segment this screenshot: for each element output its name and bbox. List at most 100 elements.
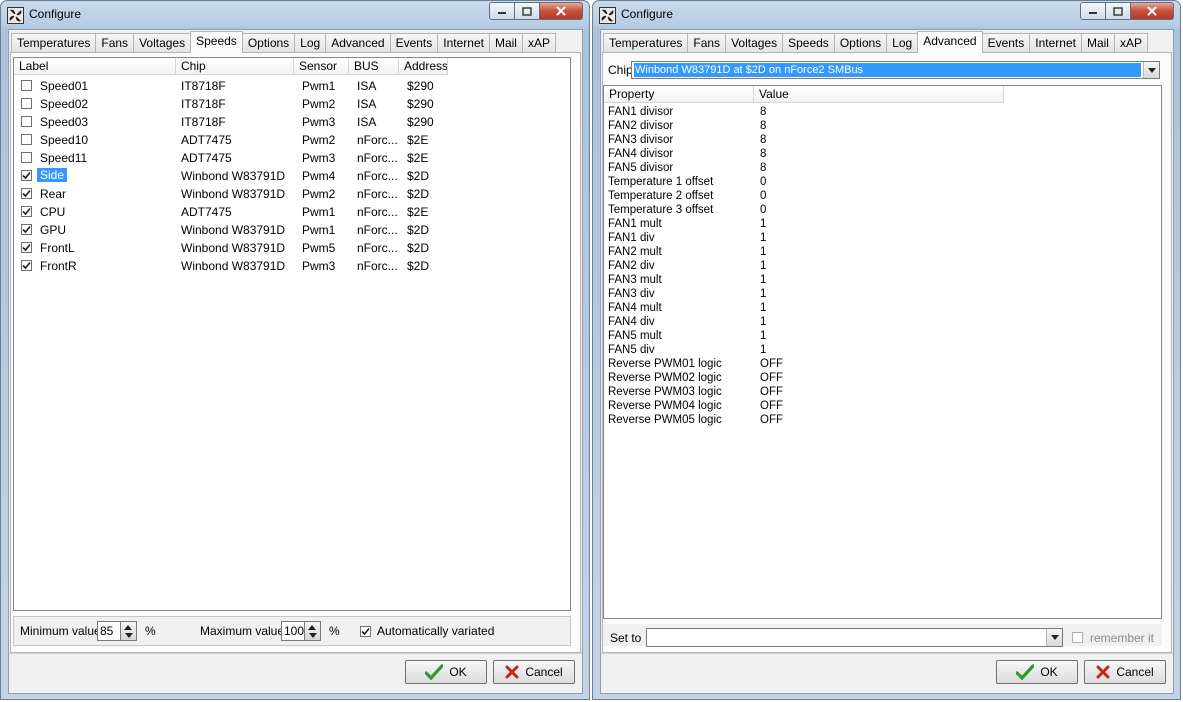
tab-log[interactable]: Log bbox=[886, 33, 919, 53]
tab-mail[interactable]: Mail bbox=[1080, 33, 1115, 53]
property-row[interactable]: FAN1 divisor 8 bbox=[608, 105, 766, 119]
cell-label: Speed02 bbox=[40, 97, 89, 111]
tab-xap[interactable]: xAP bbox=[521, 33, 556, 53]
property-row[interactable]: FAN5 mult 1 bbox=[608, 329, 766, 343]
tab-temperatures[interactable]: Temperatures bbox=[11, 33, 97, 53]
property-row[interactable]: Reverse PWM01 logic OFF bbox=[608, 357, 783, 371]
speeds-list-view[interactable]: Label Chip Sensor BUS Address Speed01 IT8… bbox=[13, 57, 571, 611]
column-header-sensor[interactable]: Sensor bbox=[294, 58, 349, 75]
tab-mail[interactable]: Mail bbox=[488, 33, 523, 53]
row-checkbox[interactable] bbox=[21, 80, 32, 91]
property-row[interactable]: FAN3 div 1 bbox=[608, 287, 766, 301]
table-row[interactable]: GPU Winbond W83791D Pwm1 nForc... $2D bbox=[14, 221, 570, 239]
ok-button[interactable]: OK bbox=[996, 660, 1078, 684]
property-row[interactable]: Reverse PWM04 logic OFF bbox=[608, 399, 783, 413]
maximize-button[interactable] bbox=[1106, 2, 1131, 20]
row-checkbox[interactable] bbox=[21, 206, 32, 217]
property-row[interactable]: FAN5 divisor 8 bbox=[608, 161, 766, 175]
tab-speeds[interactable]: Speeds bbox=[782, 33, 835, 53]
tab-voltages[interactable]: Voltages bbox=[133, 33, 192, 53]
property-row[interactable]: FAN2 divisor 8 bbox=[608, 119, 766, 133]
chip-select[interactable]: Winbond W83791D at $2D on nForce2 SMBus bbox=[631, 61, 1160, 79]
table-row[interactable]: FrontL Winbond W83791D Pwm5 nForc... $2D bbox=[14, 239, 570, 257]
tab-advanced[interactable]: Advanced bbox=[325, 33, 391, 53]
cancel-button[interactable]: Cancel bbox=[493, 660, 575, 684]
property-row[interactable]: Temperature 1 offset 0 bbox=[608, 175, 766, 189]
property-row[interactable]: FAN2 mult 1 bbox=[608, 245, 766, 259]
set-to-dropdown-button[interactable] bbox=[1046, 629, 1062, 646]
table-row[interactable]: Speed02 IT8718F Pwm2 ISA $290 bbox=[14, 95, 570, 113]
minimize-button[interactable] bbox=[489, 2, 515, 20]
column-header-bus[interactable]: BUS bbox=[349, 58, 399, 75]
table-row[interactable]: Speed03 IT8718F Pwm3 ISA $290 bbox=[14, 113, 570, 131]
tab-advanced[interactable]: Advanced bbox=[917, 31, 983, 53]
tab-internet[interactable]: Internet bbox=[1029, 33, 1082, 53]
table-row[interactable]: Speed01 IT8718F Pwm1 ISA $290 bbox=[14, 77, 570, 95]
tab-fans[interactable]: Fans bbox=[687, 33, 727, 53]
tab-options[interactable]: Options bbox=[833, 33, 888, 53]
property-row[interactable]: FAN1 mult 1 bbox=[608, 217, 766, 231]
close-button[interactable] bbox=[1131, 2, 1174, 20]
property-row[interactable]: FAN4 divisor 8 bbox=[608, 147, 766, 161]
table-row[interactable]: CPU ADT7475 Pwm1 nForc... $2E bbox=[14, 203, 570, 221]
tab-xap[interactable]: xAP bbox=[1113, 33, 1148, 53]
cancel-button[interactable]: Cancel bbox=[1084, 660, 1166, 684]
property-row[interactable]: FAN3 divisor 8 bbox=[608, 133, 766, 147]
tab-temperatures[interactable]: Temperatures bbox=[603, 33, 689, 53]
tab-internet[interactable]: Internet bbox=[437, 33, 490, 53]
tab-events[interactable]: Events bbox=[981, 33, 1031, 53]
auto-variated-checkbox[interactable] bbox=[360, 626, 371, 637]
chip-dropdown-button[interactable] bbox=[1143, 62, 1159, 78]
tab-voltages[interactable]: Voltages bbox=[725, 33, 784, 53]
tab-options[interactable]: Options bbox=[241, 33, 296, 53]
table-row[interactable]: Side Winbond W83791D Pwm4 nForc... $2D bbox=[14, 167, 570, 185]
cell-label: FrontR bbox=[40, 259, 77, 273]
set-to-select[interactable] bbox=[646, 628, 1063, 647]
property-row[interactable]: Temperature 2 offset 0 bbox=[608, 189, 766, 203]
row-checkbox[interactable] bbox=[21, 242, 32, 253]
table-row[interactable]: Speed11 ADT7475 Pwm3 nForc... $2E bbox=[14, 149, 570, 167]
property-row[interactable]: FAN1 div 1 bbox=[608, 231, 766, 245]
column-header-value[interactable]: Value bbox=[754, 86, 1004, 103]
row-checkbox[interactable] bbox=[21, 116, 32, 127]
tab-speeds[interactable]: Speeds bbox=[190, 31, 243, 53]
row-checkbox[interactable] bbox=[21, 152, 32, 163]
ok-button[interactable]: OK bbox=[405, 660, 487, 684]
property-row[interactable]: FAN4 div 1 bbox=[608, 315, 766, 329]
property-row[interactable]: Temperature 3 offset 0 bbox=[608, 203, 766, 217]
column-header-property[interactable]: Property bbox=[604, 86, 754, 103]
property-row[interactable]: Reverse PWM05 logic OFF bbox=[608, 413, 783, 427]
tab-fans[interactable]: Fans bbox=[95, 33, 135, 53]
properties-list-view[interactable]: Property Value FAN1 divisor 8 FAN2 divisor… bbox=[603, 85, 1162, 619]
left-titlebar[interactable]: Configure bbox=[1, 1, 589, 29]
property-row[interactable]: FAN4 mult 1 bbox=[608, 301, 766, 315]
row-checkbox[interactable] bbox=[21, 260, 32, 271]
tab-log[interactable]: Log bbox=[294, 33, 327, 53]
property-row[interactable]: FAN5 div 1 bbox=[608, 343, 766, 357]
table-row[interactable]: Speed10 ADT7475 Pwm2 nForc... $2E bbox=[14, 131, 570, 149]
minimize-button[interactable] bbox=[1080, 2, 1106, 20]
row-checkbox[interactable] bbox=[21, 134, 32, 145]
row-checkbox[interactable] bbox=[21, 98, 32, 109]
minimum-value-spinner[interactable] bbox=[120, 621, 137, 641]
tab-events[interactable]: Events bbox=[389, 33, 439, 53]
column-header-label[interactable]: Label bbox=[14, 58, 176, 75]
remember-checkbox[interactable] bbox=[1072, 632, 1083, 643]
minimum-value-input[interactable]: 85 bbox=[97, 621, 121, 641]
maximize-button[interactable] bbox=[515, 2, 540, 20]
property-row[interactable]: FAN3 mult 1 bbox=[608, 273, 766, 287]
property-row[interactable]: FAN2 div 1 bbox=[608, 259, 766, 273]
column-header-address[interactable]: Address bbox=[399, 58, 448, 75]
row-checkbox[interactable] bbox=[21, 188, 32, 199]
table-row[interactable]: Rear Winbond W83791D Pwm2 nForc... $2D bbox=[14, 185, 570, 203]
column-header-chip[interactable]: Chip bbox=[176, 58, 294, 75]
property-row[interactable]: Reverse PWM03 logic OFF bbox=[608, 385, 783, 399]
table-row[interactable]: FrontR Winbond W83791D Pwm3 nForc... $2D bbox=[14, 257, 570, 275]
maximum-value-spinner[interactable] bbox=[304, 621, 321, 641]
maximum-value-input[interactable]: 100 bbox=[281, 621, 305, 641]
right-titlebar[interactable]: Configure bbox=[593, 1, 1180, 29]
property-row[interactable]: Reverse PWM02 logic OFF bbox=[608, 371, 783, 385]
close-button[interactable] bbox=[540, 2, 583, 20]
row-checkbox[interactable] bbox=[21, 224, 32, 235]
row-checkbox[interactable] bbox=[21, 170, 32, 181]
